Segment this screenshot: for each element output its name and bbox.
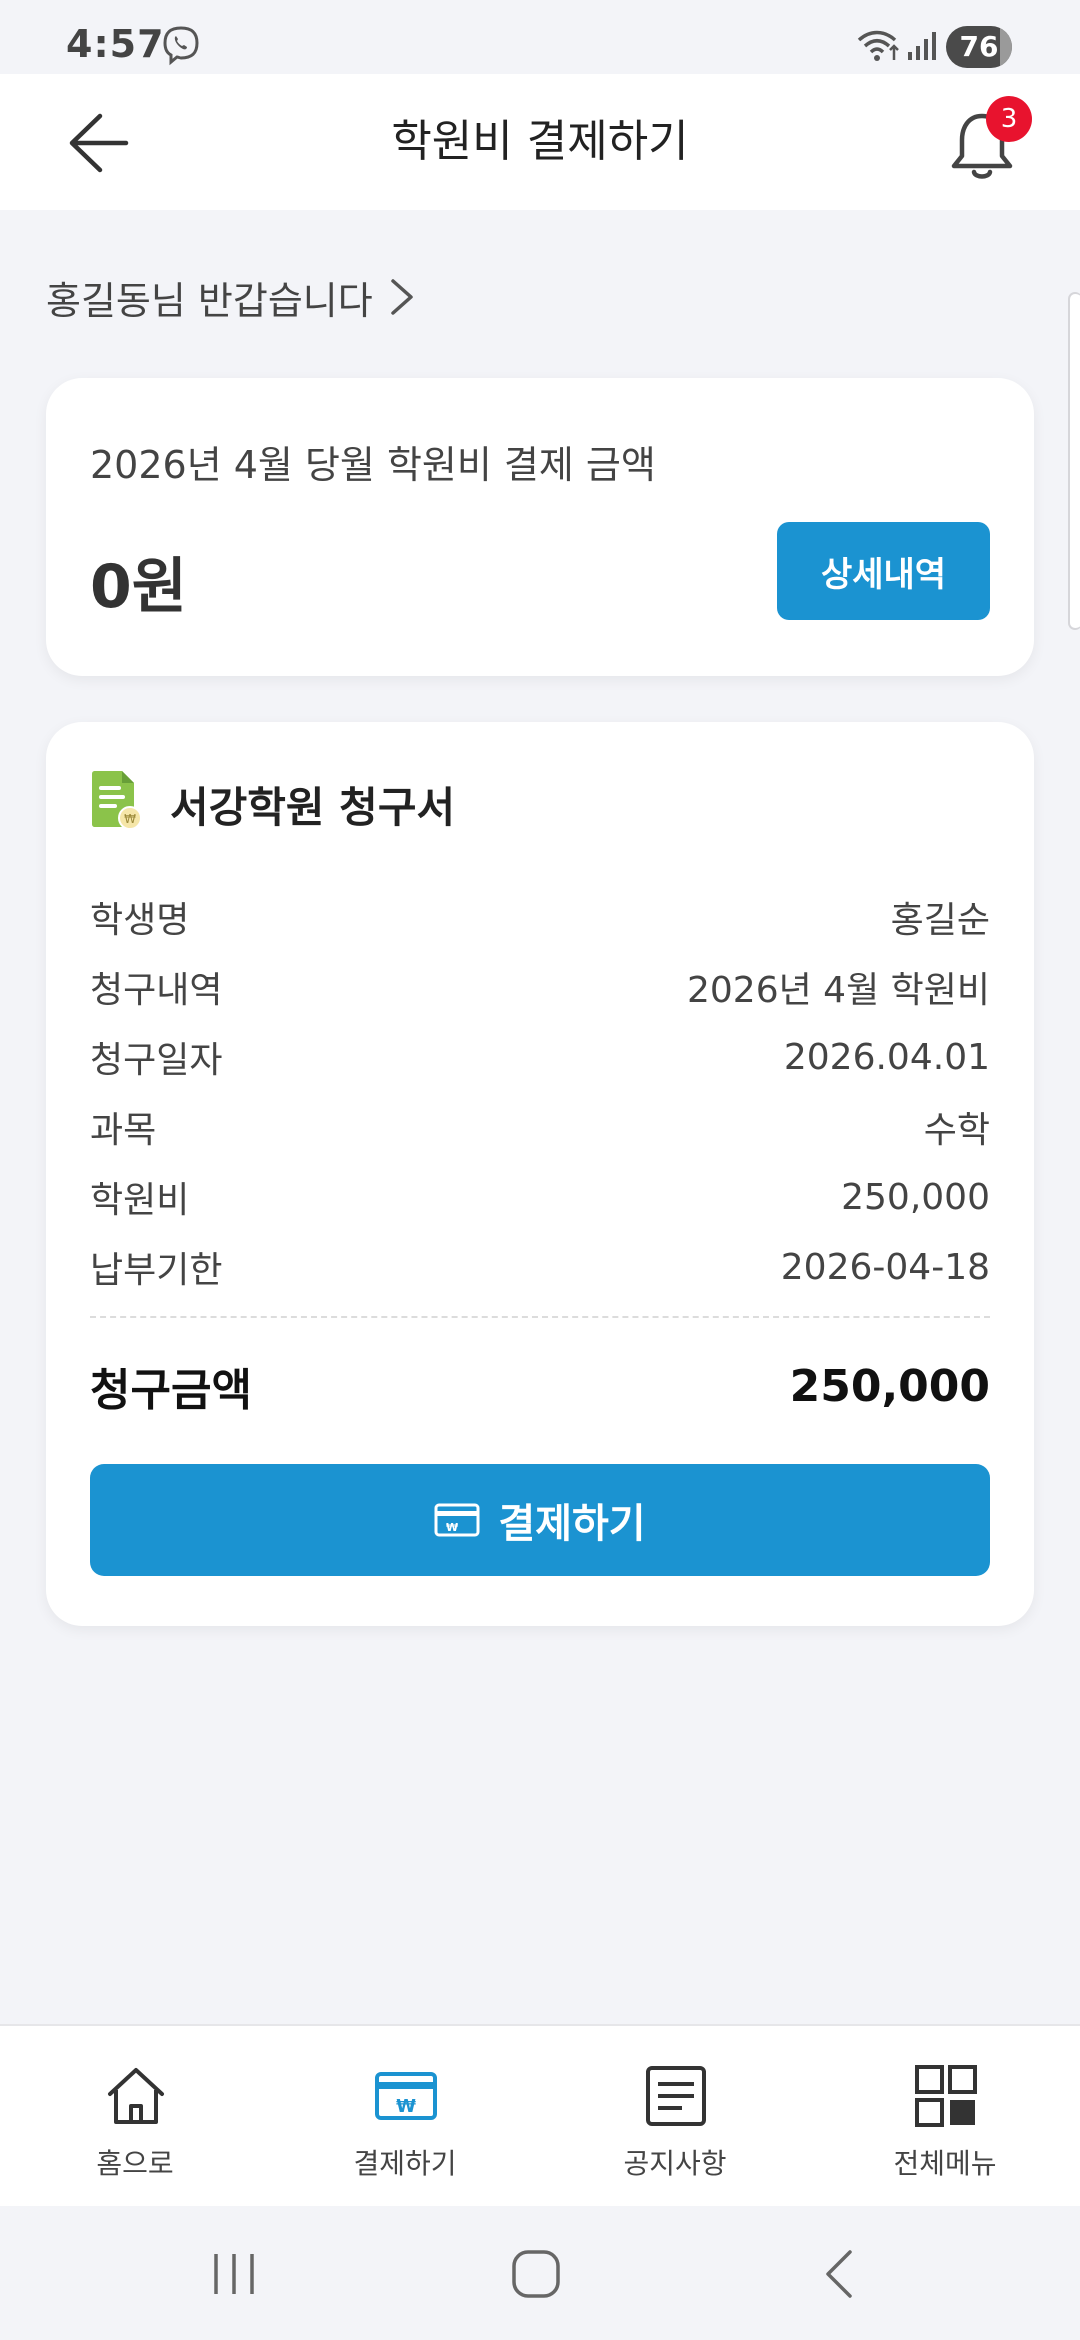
scroll-indicator[interactable] <box>1068 292 1080 630</box>
viber-icon <box>163 26 199 66</box>
status-bar: 4:57 76 <box>0 0 1080 74</box>
svg-text:₩: ₩ <box>446 1521 458 1534</box>
system-back-icon[interactable] <box>812 2246 868 2302</box>
nav-label: 홈으로 <box>96 2147 174 2180</box>
battery-level: 76 <box>959 30 999 63</box>
pay-button[interactable]: ₩ 결제하기 <box>90 1464 990 1576</box>
total-value: 250,000 <box>789 1360 990 1412</box>
bottom-nav: 홈으로 ₩ 결제하기 공지사항 전체메뉴 <box>0 2024 1080 2206</box>
row-label: 청구내역 <box>90 970 223 1011</box>
detail-button[interactable]: 상세내역 <box>777 522 990 620</box>
nav-item-payment[interactable]: ₩ 결제하기 <box>270 2026 540 2208</box>
pay-button-label: 결제하기 <box>498 1501 646 1547</box>
notification-badge: 3 <box>986 96 1032 142</box>
chevron-right-icon <box>390 279 413 315</box>
notice-icon <box>646 2066 706 2126</box>
signal-icon <box>908 32 936 60</box>
row-value: 수학 <box>923 1110 990 1151</box>
nav-label: 전체메뉴 <box>893 2147 997 2180</box>
page-title: 학원비 결제하기 <box>391 116 689 167</box>
nav-item-notice[interactable]: 공지사항 <box>540 2026 810 2208</box>
nav-label: 공지사항 <box>623 2147 727 2180</box>
row-value: 2026.04.01 <box>783 1036 990 1078</box>
row-label: 과목 <box>90 1110 157 1151</box>
invoice-row-subject: 과목 수학 <box>90 1092 990 1162</box>
summary-amount: 0원 <box>90 552 187 622</box>
row-value: 홍길순 <box>890 900 990 941</box>
total-label: 청구금액 <box>90 1365 252 1416</box>
summary-label: 2026년 4월 당월 학원비 결제 금액 <box>90 443 656 487</box>
payment-card-icon: ₩ <box>434 1503 480 1537</box>
invoice-card: ₩ 서강학원 청구서 학생명 홍길순 청구내역 2026년 4월 학원비 청구일… <box>46 722 1034 1626</box>
divider <box>90 1316 990 1318</box>
invoice-total: 청구금액 250,000 <box>90 1346 990 1426</box>
system-nav-bar <box>0 2206 1080 2340</box>
home-button-icon[interactable] <box>508 2246 564 2302</box>
nav-item-menu[interactable]: 전체메뉴 <box>810 2026 1080 2208</box>
nav-label: 결제하기 <box>353 2147 457 2180</box>
row-label: 학원비 <box>90 1180 190 1221</box>
invoice-document-icon: ₩ <box>92 771 142 830</box>
invoice-row-date: 청구일자 2026.04.01 <box>90 1022 990 1092</box>
invoice-row-description: 청구내역 2026년 4월 학원비 <box>90 952 990 1022</box>
row-value: 2026년 4월 학원비 <box>686 970 990 1011</box>
row-label: 청구일자 <box>90 1040 223 1081</box>
row-label: 납부기한 <box>90 1250 223 1291</box>
invoice-rows: 학생명 홍길순 청구내역 2026년 4월 학원비 청구일자 2026.04.0… <box>90 882 990 1302</box>
invoice-row-deadline: 납부기한 2026-04-18 <box>90 1232 990 1302</box>
row-value: 250,000 <box>841 1176 990 1218</box>
app-header: 학원비 결제하기 3 <box>0 74 1080 210</box>
status-time: 4:57 <box>66 22 165 66</box>
row-label: 학생명 <box>90 900 190 941</box>
svg-text:₩: ₩ <box>124 812 136 826</box>
wifi-icon <box>857 30 899 61</box>
nav-item-home[interactable]: 홈으로 <box>0 2026 270 2208</box>
invoice-row-student: 학생명 홍길순 <box>90 882 990 952</box>
greeting-text: 홍길동님 반갑습니다 <box>46 278 373 323</box>
svg-text:₩: ₩ <box>396 2096 416 2117</box>
recent-apps-icon[interactable] <box>206 2246 262 2302</box>
invoice-row-fee: 학원비 250,000 <box>90 1162 990 1232</box>
home-icon <box>108 2068 164 2124</box>
payment-summary-card: 2026년 4월 당월 학원비 결제 금액 0원 상세내역 <box>46 378 1034 676</box>
payment-card-icon: ₩ <box>375 2072 437 2120</box>
grid-menu-icon <box>915 2065 977 2127</box>
row-value: 2026-04-18 <box>780 1246 990 1288</box>
invoice-title: 서강학원 청구서 <box>170 783 456 832</box>
greeting-link[interactable]: 홍길동님 반갑습니다 <box>46 270 417 324</box>
battery-indicator: 76 <box>946 26 1012 68</box>
